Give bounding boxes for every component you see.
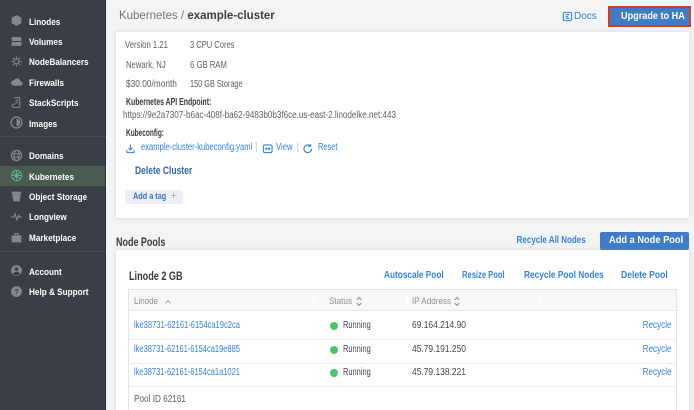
svg-text:?: ? [14,287,19,296]
